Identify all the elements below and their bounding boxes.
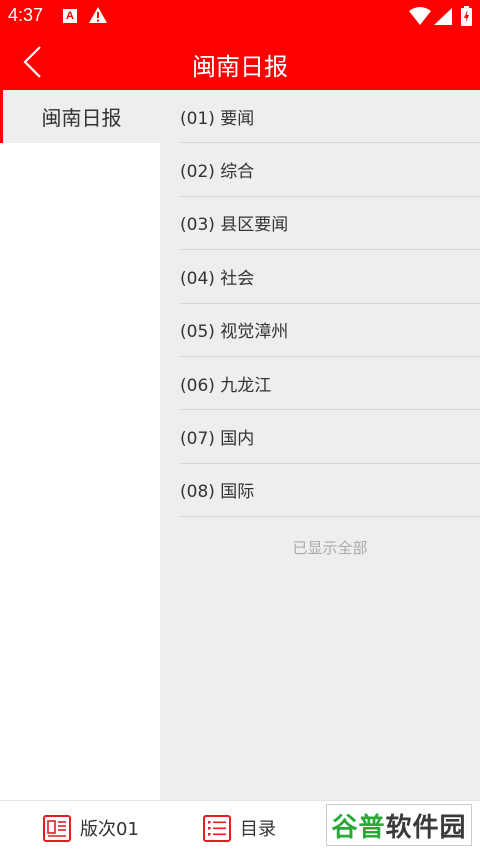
edition-list: (01) 要闻 (02) 综合 (03) 县区要闻 (04) 社会 (05) 视… xyxy=(160,90,480,518)
list-item-label: (08) 国际 xyxy=(180,482,255,503)
signal-icon xyxy=(434,8,452,25)
catalog-label: 目录 xyxy=(240,818,276,840)
warning-icon xyxy=(89,7,107,23)
edition-button[interactable]: 版次01 xyxy=(42,801,139,853)
catalog-button[interactable]: 目录 xyxy=(202,801,276,853)
list-item[interactable]: (08) 国际 xyxy=(180,464,480,518)
list-icon xyxy=(203,814,231,842)
wifi-icon xyxy=(409,7,431,25)
list-item[interactable]: (06) 九龙江 xyxy=(180,357,480,411)
list-item-label: (03) 县区要闻 xyxy=(180,215,289,236)
app-header: 闽南日报 xyxy=(0,34,480,90)
watermark-text-1: 谷普 xyxy=(331,812,386,843)
edition-list-panel: (01) 要闻 (02) 综合 (03) 县区要闻 (04) 社会 (05) 视… xyxy=(160,90,480,800)
newspaper-icon xyxy=(43,814,71,842)
watermark-logo: 谷普 软件园 xyxy=(326,804,472,846)
battery-icon xyxy=(461,6,472,26)
list-item[interactable]: (02) 综合 xyxy=(180,143,480,197)
status-time: 4:37 xyxy=(8,5,44,25)
list-item-label: (04) 社会 xyxy=(180,268,255,289)
sidebar: 闽南日报 xyxy=(0,90,160,800)
list-item[interactable]: (04) 社会 xyxy=(180,250,480,304)
status-bar: 4:37 A xyxy=(0,0,480,34)
list-item-label: (07) 国内 xyxy=(180,429,255,450)
list-item-label: (06) 九龙江 xyxy=(180,375,272,396)
sidebar-item-minnan-daily[interactable]: 闽南日报 xyxy=(0,90,160,143)
watermark-text-2: 软件园 xyxy=(385,812,467,843)
sidebar-item-label: 闽南日报 xyxy=(41,106,122,130)
list-item-label: (02) 综合 xyxy=(180,162,255,183)
list-item-label: (05) 视觉漳州 xyxy=(180,322,289,343)
list-end-notice: 已显示全部 xyxy=(292,539,368,558)
list-item-label: (01) 要闻 xyxy=(180,108,255,129)
list-item[interactable]: (03) 县区要闻 xyxy=(180,197,480,251)
page-title: 闽南日报 xyxy=(192,53,288,81)
list-item[interactable]: (05) 视觉漳州 xyxy=(180,304,480,357)
app-a-icon: A xyxy=(63,9,77,23)
edition-label: 版次01 xyxy=(80,818,139,840)
list-item[interactable]: (01) 要闻 xyxy=(180,90,480,144)
list-item[interactable]: (07) 国内 xyxy=(180,410,480,464)
